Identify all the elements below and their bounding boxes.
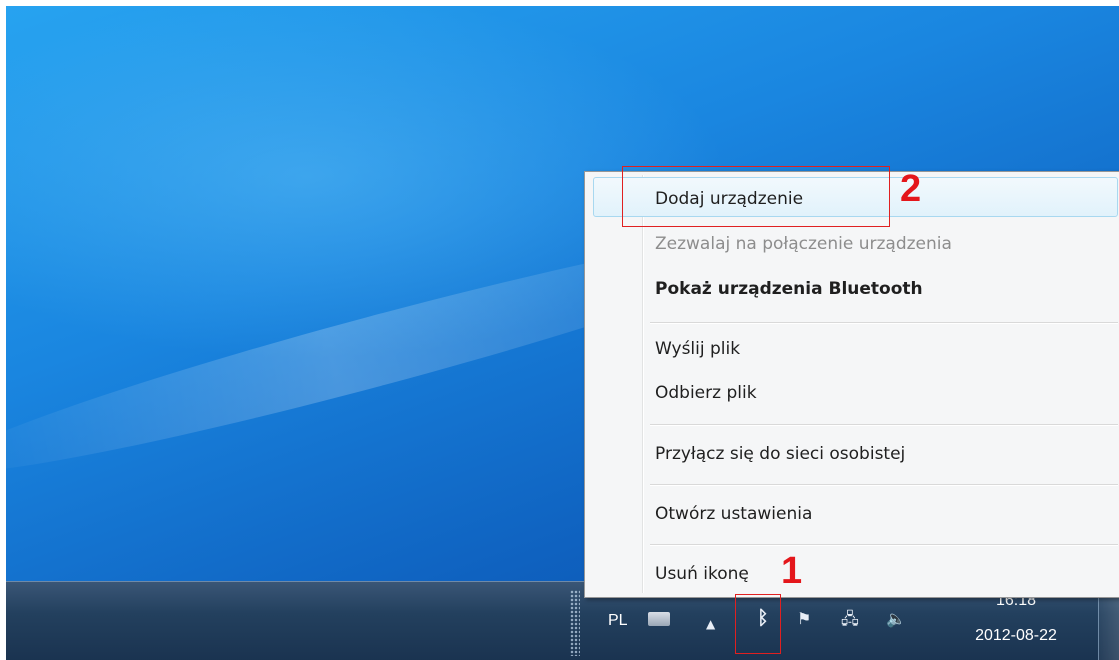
menu-gutter — [642, 175, 644, 593]
annotation-box-bluetooth — [735, 594, 781, 654]
menu-item-remove-icon[interactable]: Usuń ikonę — [655, 557, 1095, 591]
clock-date[interactable]: 2012-08-22 — [954, 627, 1078, 645]
language-indicator[interactable]: PL — [608, 612, 628, 630]
menu-item-join-pan[interactable]: Przyłącz się do sieci osobistej — [655, 437, 1095, 471]
menu-item-show-devices[interactable]: Pokaż urządzenia Bluetooth — [655, 272, 1095, 306]
annotation-number-1: 1 — [781, 550, 803, 592]
annotation-number-2: 2 — [900, 168, 922, 210]
bluetooth-context-menu: Dodaj urządzenie Zezwalaj na połączenie … — [584, 171, 1119, 598]
network-icon[interactable]: 🖧 — [841, 609, 859, 629]
menu-item-receive-file[interactable]: Odbierz plik — [655, 376, 1095, 410]
menu-separator — [650, 484, 1118, 486]
menu-item-open-settings[interactable]: Otwórz ustawienia — [655, 497, 1095, 531]
menu-separator — [650, 424, 1118, 426]
menu-item-send-file[interactable]: Wyślij plik — [655, 332, 1095, 366]
taskbar-grip[interactable] — [570, 590, 580, 656]
keyboard-icon[interactable] — [648, 612, 670, 626]
menu-separator — [650, 322, 1118, 324]
show-hidden-icons-arrow[interactable]: ▲ — [706, 614, 715, 634]
menu-item-allow-connection[interactable]: Zezwalaj na połączenie urządzenia — [655, 227, 1095, 261]
volume-icon[interactable]: 🔈 — [886, 609, 906, 629]
menu-separator — [650, 544, 1118, 546]
annotation-box-add-device — [622, 166, 890, 227]
action-center-flag-icon[interactable]: ⚑ — [797, 609, 811, 629]
